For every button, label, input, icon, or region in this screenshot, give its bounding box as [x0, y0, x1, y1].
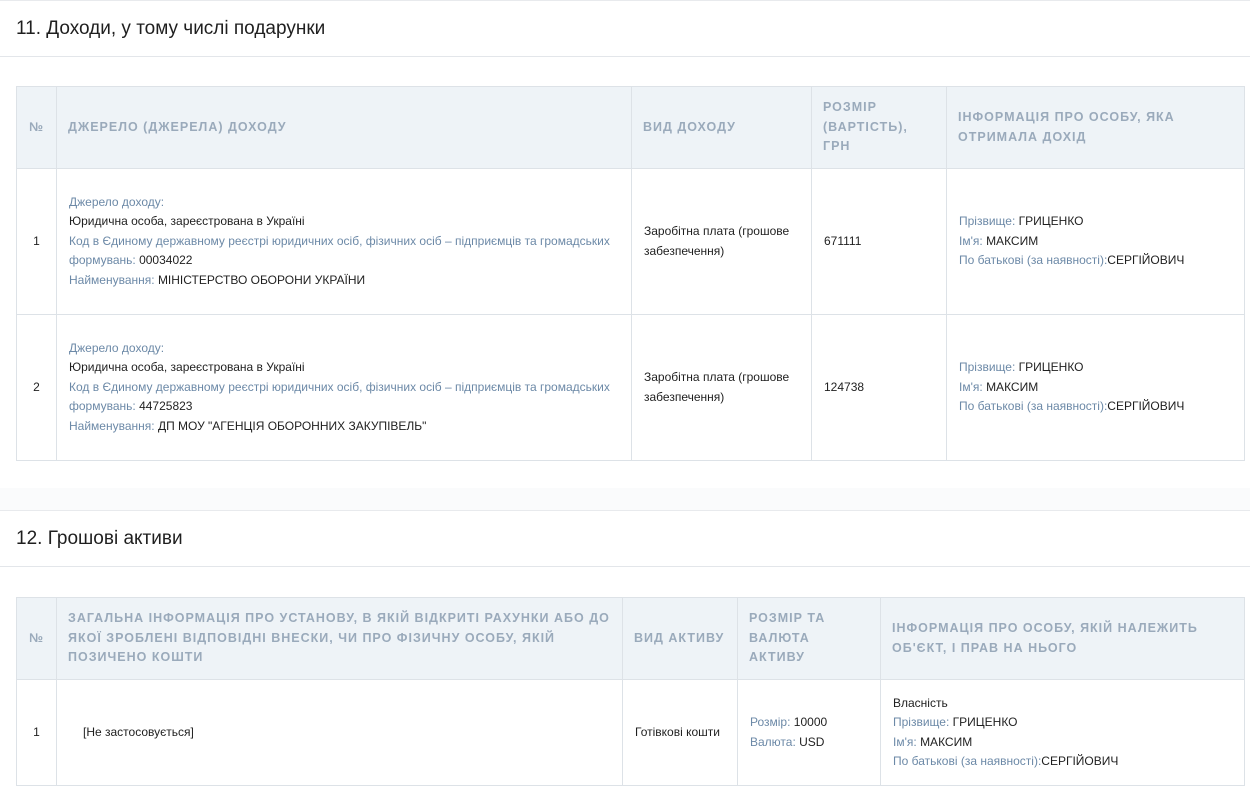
header-num: № [16, 86, 57, 169]
table-row: 1 [Не застосовується] Готівкові кошти Ро… [16, 679, 1245, 786]
name-value: ДП МОУ "АГЕНЦІЯ ОБОРОННИХ ЗАКУПІВЕЛЬ" [157, 418, 427, 433]
ownership-value: Власність [893, 695, 948, 710]
surname-value: ГРИЦЕНКО [1018, 360, 1084, 375]
name-label: Найменування: [69, 418, 155, 433]
header-recipient: ІНФОРМАЦІЯ ПРО ОСОБУ, ЯКА ОТРИМАЛА ДОХІД [946, 86, 1245, 169]
currency-value: USD [799, 734, 825, 749]
income-source-cell: Джерело доходу: Юридична особа, зареєстр… [56, 168, 632, 315]
income-amount-cell: 124738 [811, 314, 947, 461]
first-name-value: МАКСИМ [986, 233, 1039, 248]
header-amount-currency: РОЗМІР ТА ВАЛЮТА АКТИВУ [737, 597, 881, 680]
code-value: 00034022 [139, 253, 193, 268]
income-type-cell: Заробітна плата (грошове забезпечення) [631, 168, 812, 315]
surname-label: Прізвище: [959, 214, 1016, 229]
section-title-income: 11. Доходи, у тому числі подарунки [0, 1, 1250, 57]
surname-label: Прізвище: [893, 715, 950, 729]
header-institution-info: ЗАГАЛЬНА ІНФОРМАЦІЯ ПРО УСТАНОВУ, В ЯКІЙ… [56, 597, 623, 680]
recipient-cell: Прізвище: ГРИЦЕНКО Ім'я: МАКСИМ По батьк… [946, 314, 1245, 461]
name-label: Найменування: [69, 272, 155, 287]
income-type-cell: Заробітна плата (грошове забезпечення) [631, 314, 812, 461]
patronymic-label: По батькові (за наявності): [959, 399, 1108, 414]
currency-label: Валюта: [750, 734, 796, 749]
code-value: 44725823 [139, 399, 193, 414]
recipient-cell: Прізвище: ГРИЦЕНКО Ім'я: МАКСИМ По батьк… [946, 168, 1245, 315]
source-label: Джерело доходу: [69, 340, 165, 355]
name-value: МІНІСТЕРСТВО ОБОРОНИ УКРАЇНИ [157, 272, 366, 287]
first-name-label: Ім'я: [959, 379, 983, 394]
first-name-value: МАКСИМ [920, 734, 973, 749]
owner-cell: Власність Прізвище: ГРИЦЕНКО Ім'я: МАКСИ… [880, 679, 1245, 786]
first-name-label: Ім'я: [893, 734, 917, 749]
patronymic-value: СЕРГІЙОВИЧ [1041, 754, 1119, 768]
income-source-cell: Джерело доходу: Юридична особа, зареєстр… [56, 314, 632, 461]
monetary-assets-table: № ЗАГАЛЬНА ІНФОРМАЦІЯ ПРО УСТАНОВУ, В ЯК… [16, 597, 1245, 786]
surname-label: Прізвище: [959, 360, 1016, 375]
section-divider [0, 488, 1250, 510]
first-name-label: Ім'я: [959, 233, 983, 248]
section-monetary-assets: 12. Грошові активи № ЗАГАЛЬНА ІНФОРМАЦІЯ… [0, 510, 1250, 796]
source-label: Джерело доходу: [69, 194, 165, 209]
institution-info-cell: [Не застосовується] [56, 679, 623, 786]
asset-type-cell: Готівкові кошти [622, 679, 738, 786]
income-table: № ДЖЕРЕЛО (ДЖЕРЕЛА) ДОХОДУ ВИД ДОХОДУ РО… [16, 86, 1245, 461]
header-asset-type: ВИД АКТИВУ [622, 597, 738, 680]
header-income-type: ВИД ДОХОДУ [631, 86, 812, 169]
row-number: 1 [16, 168, 57, 315]
size-label: Розмір: [750, 715, 791, 729]
header-owner-info: ІНФОРМАЦІЯ ПРО ОСОБУ, ЯКІЙ НАЛЕЖИТЬ ОБ'Є… [880, 597, 1245, 680]
header-amount: РОЗМІР (ВАРТІСТЬ), ГРН [811, 86, 947, 169]
surname-value: ГРИЦЕНКО [1018, 214, 1084, 229]
patronymic-value: СЕРГІЙОВИЧ [1107, 399, 1185, 414]
assets-table-header: № ЗАГАЛЬНА ІНФОРМАЦІЯ ПРО УСТАНОВУ, В ЯК… [16, 597, 1245, 680]
patronymic-label: По батькові (за наявності): [959, 253, 1108, 268]
section-income: 11. Доходи, у тому числі подарунки № ДЖЕ… [0, 0, 1250, 488]
header-num: № [16, 597, 57, 680]
income-amount-cell: 671111 [811, 168, 947, 315]
patronymic-value: СЕРГІЙОВИЧ [1107, 253, 1185, 268]
source-value: Юридична особа, зареєстрована в Україні [69, 214, 305, 229]
source-value: Юридична особа, зареєстрована в Україні [69, 360, 305, 375]
size-value: 10000 [793, 715, 828, 729]
first-name-value: МАКСИМ [986, 379, 1039, 394]
header-source: ДЖЕРЕЛО (ДЖЕРЕЛА) ДОХОДУ [56, 86, 632, 169]
amount-currency-cell: Розмір: 10000 Валюта: USD [737, 679, 881, 786]
section-title-monetary-assets: 12. Грошові активи [0, 511, 1250, 567]
surname-value: ГРИЦЕНКО [952, 715, 1018, 729]
income-table-header: № ДЖЕРЕЛО (ДЖЕРЕЛА) ДОХОДУ ВИД ДОХОДУ РО… [16, 86, 1245, 169]
row-number: 2 [16, 314, 57, 461]
patronymic-label: По батькові (за наявності): [893, 754, 1042, 768]
table-row: 1 Джерело доходу: Юридична особа, зареєс… [16, 168, 1245, 315]
row-number: 1 [16, 679, 57, 786]
table-row: 2 Джерело доходу: Юридична особа, зареєс… [16, 314, 1245, 461]
